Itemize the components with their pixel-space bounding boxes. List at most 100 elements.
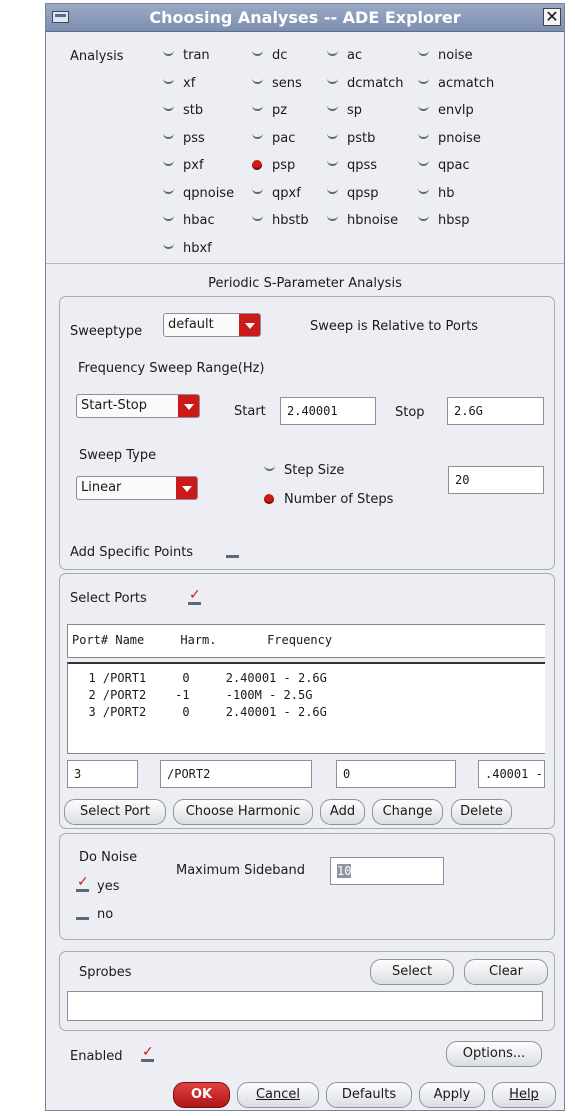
change-port-button[interactable]: Change — [372, 799, 443, 825]
sprobes-clear-button[interactable]: Clear — [464, 959, 548, 985]
number-of-steps-radio[interactable]: Number of Steps — [264, 491, 393, 509]
analysis-option-label: sp — [347, 103, 363, 118]
checkmark-icon: ✓ — [77, 874, 89, 890]
step-size-radio[interactable]: Step Size — [264, 462, 344, 480]
port-row[interactable]: 3 /PORT2 0 2.40001 - 2.6G — [74, 704, 326, 721]
analysis-radio-hb[interactable]: hb — [418, 185, 455, 203]
do-noise-label: Do Noise — [79, 850, 138, 865]
analysis-radio-hbxf[interactable]: hbxf — [163, 240, 212, 258]
options-button[interactable]: Options... — [446, 1041, 542, 1067]
analysis-option-label: sens — [272, 75, 302, 91]
help-button[interactable]: Help — [492, 1082, 556, 1108]
radio-unselected-icon — [163, 132, 174, 139]
analysis-radio-qpsp[interactable]: qpsp — [327, 185, 379, 203]
noise-yes-label: yes — [97, 879, 120, 894]
range-mode-value: Start-Stop — [81, 398, 148, 413]
port-number-field[interactable]: 3 — [67, 760, 138, 788]
radio-unselected-icon — [252, 214, 263, 221]
analysis-radio-acmatch[interactable]: acmatch — [418, 75, 494, 93]
analysis-radio-pxf[interactable]: pxf — [163, 157, 204, 175]
start-label: Start — [234, 404, 266, 419]
analysis-radio-qpxf[interactable]: qpxf — [252, 185, 301, 203]
enabled-checkbox[interactable]: ✓ — [141, 1045, 154, 1062]
analysis-radio-qpac[interactable]: qpac — [418, 157, 470, 175]
analysis-radio-xf[interactable]: xf — [163, 75, 195, 93]
noise-no-checkbox[interactable] — [76, 908, 89, 920]
radio-unselected-icon — [418, 159, 429, 166]
sprobes-field[interactable] — [67, 991, 543, 1021]
title-bar[interactable]: Choosing Analyses -- ADE Explorer ✕ — [46, 4, 564, 32]
analysis-radio-hbac[interactable]: hbac — [163, 212, 215, 230]
add-port-button[interactable]: Add — [320, 799, 365, 825]
analysis-radio-ac[interactable]: ac — [327, 47, 362, 65]
analysis-radio-pz[interactable]: pz — [252, 102, 287, 120]
radio-unselected-icon — [418, 49, 429, 56]
stop-field[interactable]: 2.6G — [447, 397, 544, 425]
radio-unselected-icon — [264, 464, 275, 471]
close-icon[interactable]: ✕ — [543, 8, 561, 26]
radio-unselected-icon — [327, 187, 338, 194]
sweeptype-combo[interactable]: default — [163, 313, 261, 337]
frequency-field[interactable]: .40001 - — [478, 760, 545, 788]
analysis-option-label: hbxf — [183, 240, 212, 256]
radio-unselected-icon — [163, 77, 174, 84]
analysis-radio-hbsp[interactable]: hbsp — [418, 212, 470, 230]
window-title: Choosing Analyses -- ADE Explorer — [149, 8, 461, 27]
sweeptype-label: Sweeptype — [70, 324, 143, 339]
analysis-radio-hbnoise[interactable]: hbnoise — [327, 212, 398, 230]
harmonic-field[interactable]: 0 — [336, 760, 456, 788]
start-field[interactable]: 2.40001 — [280, 397, 376, 425]
select-ports-checkbox[interactable]: ✓ — [188, 588, 201, 605]
select-port-button[interactable]: Select Port — [64, 799, 166, 825]
delete-port-button[interactable]: Delete — [451, 799, 512, 825]
port-row[interactable]: 2 /PORT2 -1 -100M - 2.5G — [74, 687, 312, 704]
analysis-radio-pstb[interactable]: pstb — [327, 130, 375, 148]
analysis-option-label: envlp — [438, 103, 474, 118]
step-size-label: Step Size — [284, 463, 345, 478]
analysis-option-label: psp — [272, 158, 296, 173]
sprobes-select-button[interactable]: Select — [370, 959, 454, 985]
radio-unselected-icon — [418, 132, 429, 139]
analysis-option-label: xf — [183, 75, 196, 91]
analysis-radio-tran[interactable]: tran — [163, 47, 210, 65]
analysis-radio-pss[interactable]: pss — [163, 130, 205, 148]
ok-button[interactable]: OK — [173, 1082, 230, 1108]
analysis-radio-sens[interactable]: sens — [252, 75, 302, 93]
port-list[interactable]: 1 /PORT1 0 2.40001 - 2.6G 2 /PORT2 -1 -1… — [67, 662, 545, 754]
analysis-dialog-window: Choosing Analyses -- ADE Explorer ✕ Anal… — [45, 3, 565, 1111]
analysis-option-label: stb — [183, 103, 204, 118]
analysis-radio-hbstb[interactable]: hbstb — [252, 212, 309, 230]
apply-button[interactable]: Apply — [419, 1082, 485, 1108]
analysis-radio-dcmatch[interactable]: dcmatch — [327, 75, 404, 93]
radio-unselected-icon — [327, 159, 338, 166]
sweep-type-combo[interactable]: Linear — [76, 476, 198, 500]
analysis-radio-pac[interactable]: pac — [252, 130, 295, 148]
specific-points-checkbox[interactable] — [226, 546, 239, 558]
analysis-radio-psp[interactable]: psp — [252, 157, 295, 175]
radio-selected-icon — [264, 493, 274, 504]
noise-yes-checkbox[interactable]: ✓ — [76, 875, 89, 892]
defaults-button[interactable]: Defaults — [326, 1082, 412, 1108]
number-of-steps-label: Number of Steps — [284, 492, 394, 507]
analysis-radio-dc[interactable]: dc — [252, 47, 287, 65]
analysis-radio-stb[interactable]: stb — [163, 102, 203, 120]
steps-field[interactable]: 20 — [448, 466, 544, 494]
analysis-radio-qpss[interactable]: qpss — [327, 157, 377, 175]
analysis-radio-qpnoise[interactable]: qpnoise — [163, 185, 234, 203]
analysis-option-label: pxf — [183, 158, 204, 173]
cancel-button[interactable]: Cancel — [237, 1082, 319, 1108]
range-mode-combo[interactable]: Start-Stop — [76, 394, 200, 418]
analysis-option-label: qpnoise — [183, 185, 235, 201]
max-sideband-field[interactable]: 10 — [330, 857, 444, 885]
analysis-option-label: pac — [272, 130, 296, 146]
port-name-field[interactable]: /PORT2 — [160, 760, 312, 788]
analysis-radio-pnoise[interactable]: pnoise — [418, 130, 481, 148]
analysis-radio-sp[interactable]: sp — [327, 102, 362, 120]
analysis-radio-envlp[interactable]: envlp — [418, 102, 474, 120]
radio-unselected-icon — [327, 49, 338, 56]
port-row[interactable]: 1 /PORT1 0 2.40001 - 2.6G — [74, 670, 326, 687]
radio-unselected-icon — [163, 159, 174, 166]
analysis-radio-noise[interactable]: noise — [418, 47, 473, 65]
choose-harmonic-button[interactable]: Choose Harmonic — [173, 799, 313, 825]
radio-unselected-icon — [327, 77, 338, 84]
